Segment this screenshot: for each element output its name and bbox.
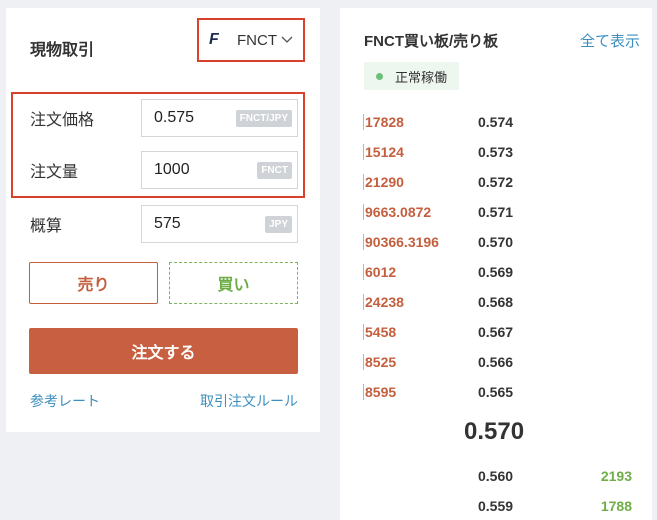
fnct-logo-icon: F [209, 31, 219, 48]
bid-price: 0.559 [478, 498, 514, 514]
bid-qty: 2193 [600, 468, 632, 484]
pair-selector[interactable]: F FNCT [197, 18, 305, 62]
ask-row[interactable]: 5458 0.567 [363, 324, 563, 344]
ask-row[interactable]: 90366.3196 0.570 [363, 234, 563, 254]
ask-price: 0.573 [478, 144, 514, 160]
ask-price: 0.570 [478, 234, 514, 250]
ask-price: 0.574 [478, 114, 514, 130]
sell-button[interactable]: 売り [29, 262, 158, 304]
ask-qty: 5458 [363, 324, 397, 340]
bid-price: 0.560 [478, 468, 514, 484]
quantity-unit-tag: FNCT [257, 162, 292, 179]
status-text: 正常稼働 [395, 69, 448, 85]
ask-qty: 8525 [363, 354, 397, 370]
pair-label: FNCT [237, 31, 277, 49]
ask-qty: 90366.3196 [363, 234, 439, 250]
ask-row[interactable]: 15124 0.573 [363, 144, 563, 164]
ask-row[interactable]: 24238 0.568 [363, 294, 563, 314]
price-row: 注文価格 0.575 FNCT/JPY [30, 99, 300, 137]
mid-price: 0.570 [464, 418, 525, 445]
orderbook-title: FNCT買い板/売り板 [364, 33, 499, 50]
ask-qty: 9663.0872 [363, 204, 432, 220]
ask-price: 0.571 [478, 204, 514, 220]
ask-row[interactable]: 21290 0.572 [363, 174, 563, 194]
trading-rules-link[interactable]: 取引注文ルール [200, 391, 298, 411]
chevron-down-icon [281, 34, 293, 46]
status-dot-icon [376, 72, 383, 80]
quantity-input[interactable]: 1000 FNCT [141, 151, 298, 189]
quantity-label: 注文量 [30, 164, 79, 181]
price-label: 注文価格 [30, 112, 95, 129]
bid-qty: 1788 [600, 498, 632, 514]
status-badge: 正常稼働 [364, 62, 460, 90]
estimate-row: 概算 575 JPY [30, 205, 300, 243]
estimate-unit-tag: JPY [265, 216, 292, 233]
reference-rate-link[interactable]: 参考レート [30, 391, 100, 411]
ask-qty: 6012 [363, 264, 397, 280]
ask-price: 0.569 [478, 264, 514, 280]
ask-qty: 8595 [363, 384, 397, 400]
ask-price: 0.567 [478, 324, 514, 340]
bid-row[interactable]: 0.559 1788 [478, 498, 638, 518]
price-unit-tag: FNCT/JPY [235, 110, 292, 127]
ask-qty: 21290 [363, 174, 404, 190]
buy-button[interactable]: 買い [169, 262, 298, 304]
ask-row[interactable]: 8525 0.566 [363, 354, 563, 374]
quantity-row: 注文量 1000 FNCT [30, 151, 300, 189]
place-order-button[interactable]: 注文する [29, 328, 298, 374]
ask-price: 0.566 [478, 354, 514, 370]
ask-qty: 17828 [363, 114, 404, 130]
estimate-label: 概算 [30, 218, 63, 235]
quantity-value: 1000 [154, 161, 190, 178]
ask-price: 0.572 [478, 174, 514, 190]
panel-title: 現物取引 [30, 42, 95, 59]
ask-row[interactable]: 9663.0872 0.571 [363, 204, 563, 224]
ask-qty: 15124 [363, 144, 404, 160]
bid-row[interactable]: 0.560 2193 [478, 468, 638, 488]
ask-price: 0.565 [478, 384, 514, 400]
orderbook-panel: FNCT買い板/売り板 全て表示 正常稼働 17828 0.574 15124 … [340, 8, 652, 520]
price-value: 0.575 [154, 109, 195, 126]
ask-qty: 24238 [363, 294, 404, 310]
ask-row[interactable]: 6012 0.569 [363, 264, 563, 284]
ask-row[interactable]: 17828 0.574 [363, 114, 563, 134]
price-input[interactable]: 0.575 FNCT/JPY [141, 99, 298, 137]
ask-price: 0.568 [478, 294, 514, 310]
estimate-value: 575 [154, 215, 181, 232]
show-all-link[interactable]: 全て表示 [580, 30, 640, 51]
ask-row[interactable]: 8595 0.565 [363, 384, 563, 404]
spot-trade-panel: 現物取引 F FNCT 注文価格 0.575 FNCT/JPY 注文量 1000… [6, 8, 320, 432]
estimate-input[interactable]: 575 JPY [141, 205, 298, 243]
